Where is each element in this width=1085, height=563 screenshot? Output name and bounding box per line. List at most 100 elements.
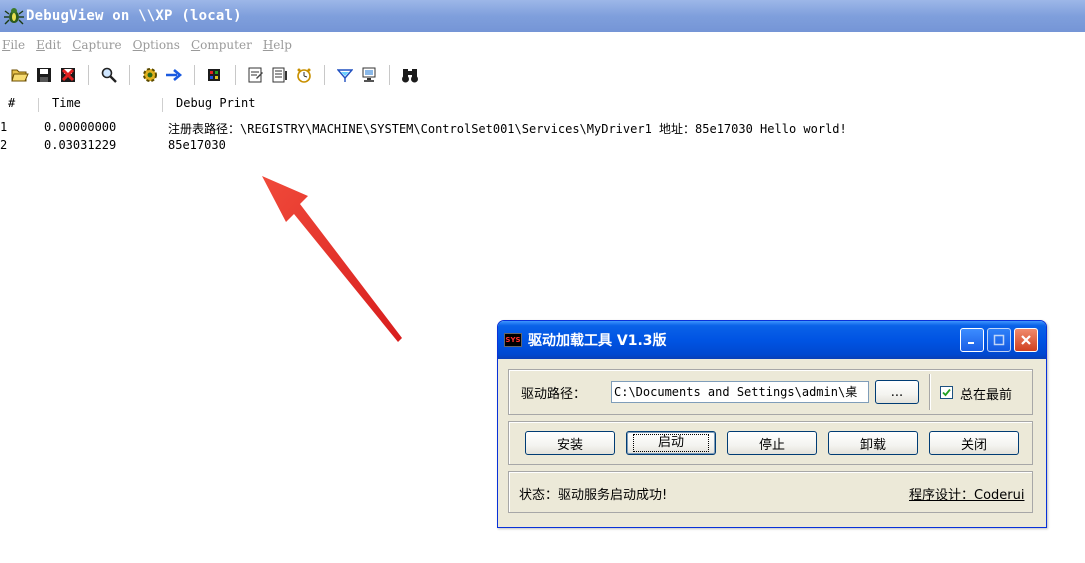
maximize-button[interactable] (987, 328, 1011, 352)
stop-button[interactable]: 停止 (727, 431, 817, 455)
browse-button[interactable]: ... (875, 380, 919, 404)
clear-icon (61, 68, 75, 82)
menu-label: ptions (142, 38, 180, 52)
filter-button[interactable] (244, 64, 268, 86)
checkmark-icon (942, 388, 951, 397)
menu-capture[interactable]: Capture (72, 38, 121, 52)
capture-gear-icon (143, 68, 157, 82)
open-button[interactable] (8, 64, 32, 86)
open-icon (11, 69, 29, 82)
maximize-icon (993, 334, 1005, 346)
clock-button[interactable] (292, 64, 316, 86)
save-icon (37, 68, 51, 82)
toolbar (0, 58, 1085, 92)
find-button[interactable] (97, 64, 121, 86)
uninstall-button-label: 卸载 (859, 437, 886, 453)
menu-edit[interactable]: Edit (36, 38, 61, 52)
status-text: 状态：驱动服务启动成功! (519, 488, 668, 503)
capture-kernel-button[interactable] (203, 64, 227, 86)
capture-kernel-icon (208, 69, 220, 81)
column-header-time[interactable]: Time (52, 96, 81, 114)
debugview-bug-icon (4, 8, 24, 25)
install-button[interactable]: 安装 (525, 431, 615, 455)
menu-bar: File Edit Capture Options Computer Help (0, 32, 1085, 58)
capture-button[interactable] (138, 64, 162, 86)
autoscroll-button[interactable] (162, 64, 186, 86)
always-on-top-label[interactable]: 总在最前 (960, 384, 1012, 403)
always-on-top-checkbox[interactable] (940, 386, 953, 399)
computer-button[interactable] (357, 64, 381, 86)
toolbar-separator (88, 65, 89, 85)
toolbar-separator (129, 65, 130, 85)
binoculars-icon (402, 69, 418, 83)
clear-button[interactable] (56, 64, 80, 86)
list-row[interactable]: 1 0.00000000 注册表路径：\REGISTRY\MACHINE\SYS… (0, 120, 1085, 136)
menu-help[interactable]: Help (263, 38, 292, 52)
column-header-debug-print[interactable]: Debug Print (176, 96, 255, 114)
menu-computer[interactable]: Computer (191, 38, 252, 52)
window-title: DebugView on \\XP (local) (26, 8, 242, 24)
history-icon (272, 67, 287, 83)
list-row[interactable]: 2 0.03031229 85e17030 (0, 138, 1085, 154)
browse-button-label: ... (890, 384, 904, 400)
driver-path-label: 驱动路径： (521, 387, 587, 402)
close-window-button[interactable] (1014, 328, 1038, 352)
save-button[interactable] (32, 64, 56, 86)
column-header-number[interactable]: # (8, 96, 15, 114)
driver-path-input[interactable]: C:\Documents and Settings\admin\桌 (611, 381, 869, 403)
menu-mnemonic: C (190, 38, 201, 52)
menu-label: elp (273, 38, 292, 52)
close-button-label: 关闭 (960, 437, 987, 453)
credit-link[interactable]: 程序设计：Coderui (909, 484, 1024, 503)
uninstall-button[interactable]: 卸载 (828, 431, 918, 455)
row-number: 2 (0, 138, 8, 152)
menu-label: dit (44, 38, 62, 52)
action-buttons-group: 安装 启动 停止 卸载 关闭 (508, 421, 1033, 465)
toolbar-separator (235, 65, 236, 85)
close-icon (1021, 335, 1031, 345)
row-number: 1 (0, 120, 8, 134)
highlight-button[interactable] (333, 64, 357, 86)
driver-loader-dialog: SYS 驱动加载工具 V1.3版 驱动路径： C:\Documents and … (497, 320, 1047, 528)
toolbar-separator (389, 65, 390, 85)
menu-label: omputer (200, 38, 252, 52)
menu-mnemonic: O (132, 38, 143, 52)
list-header: # Time Debug Print (0, 96, 1085, 114)
row-time: 0.03031229 (44, 138, 117, 152)
menu-mnemonic: E (36, 38, 45, 52)
find-icon (101, 67, 117, 83)
red-annotation-arrow (262, 176, 402, 342)
highlight-icon (337, 69, 353, 82)
status-group: 状态：驱动服务启动成功! 程序设计：Coderui (508, 471, 1033, 513)
row-debug-text: 85e17030 (168, 138, 226, 152)
start-button-label: 启动 (632, 434, 709, 452)
group-divider (929, 374, 931, 410)
menu-mnemonic: H (262, 38, 274, 52)
stop-button-label: 停止 (758, 437, 785, 453)
close-button[interactable]: 关闭 (929, 431, 1019, 455)
path-group: 驱动路径： C:\Documents and Settings\admin\桌 … (508, 369, 1033, 415)
menu-label: ile (10, 38, 26, 52)
dialog-titlebar[interactable]: SYS 驱动加载工具 V1.3版 (498, 321, 1046, 359)
column-divider[interactable] (38, 98, 39, 112)
autoscroll-arrow-icon (166, 69, 183, 81)
toolbar-separator (194, 65, 195, 85)
menu-file[interactable]: File (2, 38, 25, 52)
row-debug-text: 注册表路径：\REGISTRY\MACHINE\SYSTEM\ControlSe… (168, 122, 847, 136)
column-divider[interactable] (162, 98, 163, 112)
minimize-button[interactable] (960, 328, 984, 352)
minimize-icon (968, 342, 974, 344)
filter-icon (248, 67, 263, 83)
dialog-title: 驱动加载工具 V1.3版 (528, 333, 667, 349)
menu-options[interactable]: Options (133, 38, 180, 52)
toolbar-separator (324, 65, 325, 85)
clock-icon (297, 68, 311, 83)
computer-icon (362, 67, 376, 82)
menu-label: apture (81, 38, 122, 52)
start-button[interactable]: 启动 (626, 431, 716, 455)
debugview-titlebar[interactable]: DebugView on \\XP (local) (0, 0, 1085, 32)
history-button[interactable] (268, 64, 292, 86)
find-binoculars-button[interactable] (398, 64, 422, 86)
row-time: 0.00000000 (44, 120, 117, 134)
sys-icon: SYS (504, 333, 522, 347)
